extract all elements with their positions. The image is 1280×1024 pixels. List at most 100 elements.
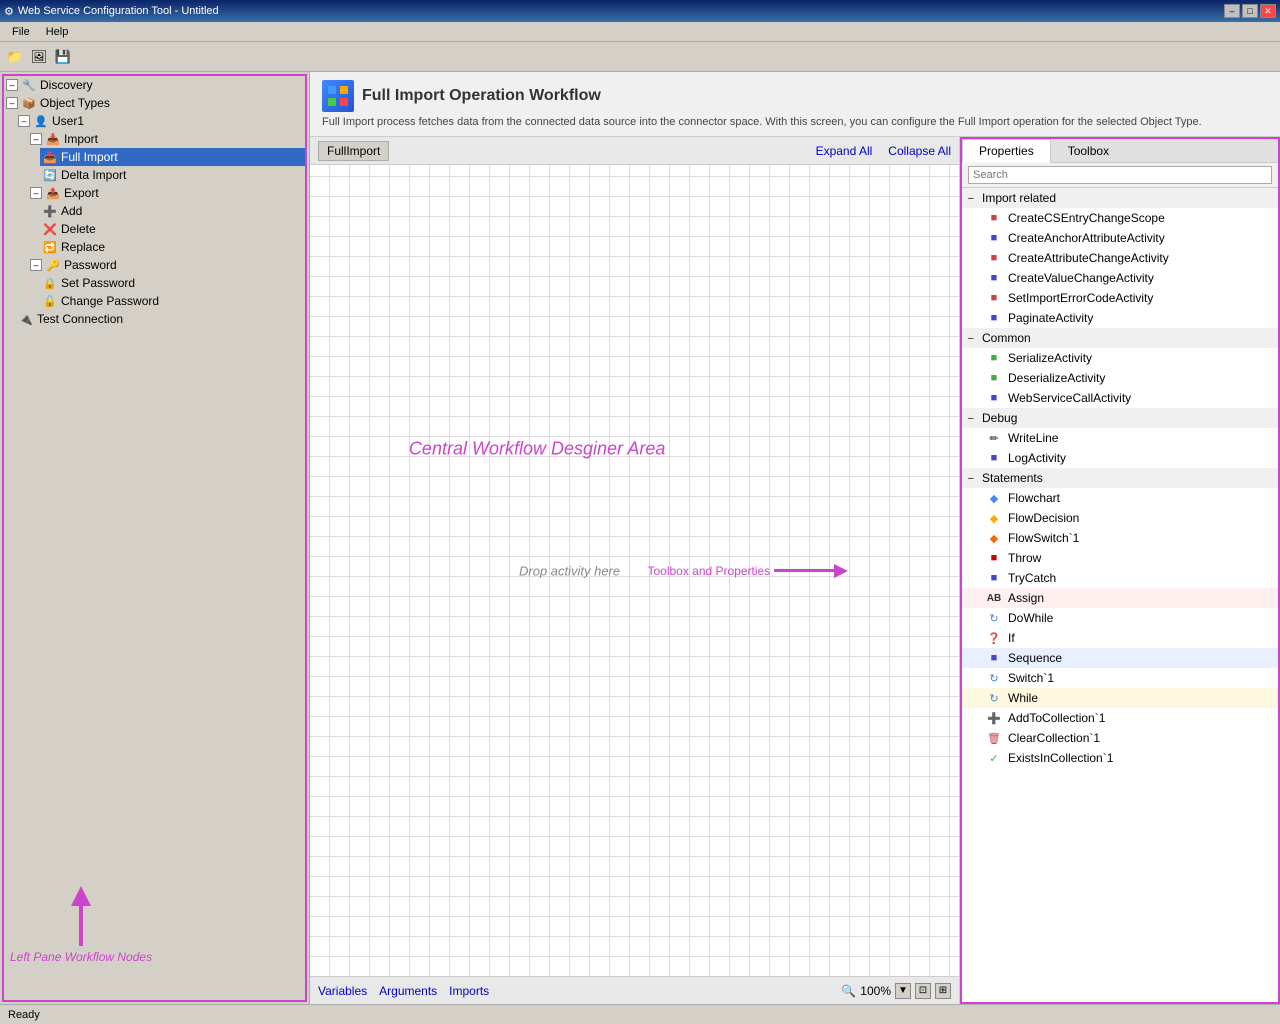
item-flowchart[interactable]: ◆ Flowchart <box>962 488 1278 508</box>
addtocollection-icon: ➕ <box>986 710 1002 726</box>
dowhile-label: DoWhile <box>1008 611 1053 625</box>
switch-icon: ↻ <box>986 670 1002 686</box>
drop-activity-text: Drop activity here <box>519 563 620 578</box>
zoom-area-button[interactable]: ⊞ <box>935 983 951 999</box>
toolbox-tab[interactable]: Toolbox <box>1051 139 1126 162</box>
tree-item-user1[interactable]: – 👤 User1 <box>16 112 305 130</box>
annotation-label: Left Pane Workflow Nodes <box>10 950 152 964</box>
imports-link[interactable]: Imports <box>449 984 489 998</box>
item-logactivity[interactable]: ■ LogActivity <box>962 448 1278 468</box>
variables-link[interactable]: Variables <box>318 984 367 998</box>
group-header-statements[interactable]: – Statements <box>962 468 1278 488</box>
full-import-icon: 📥 <box>42 149 58 165</box>
item-existsincollection[interactable]: ✓ ExistsInCollection`1 <box>962 748 1278 768</box>
item-trycatch[interactable]: ■ TryCatch <box>962 568 1278 588</box>
search-input[interactable] <box>968 166 1272 184</box>
arrow-line <box>774 569 834 572</box>
item-create-value-change[interactable]: ■ CreateValueChangeActivity <box>962 268 1278 288</box>
item-while[interactable]: ↻ While <box>962 688 1278 708</box>
item-webservice-call[interactable]: ■ WebServiceCallActivity <box>962 388 1278 408</box>
workflow-icon-svg <box>326 84 350 108</box>
change-password-label: Change Password <box>61 294 159 308</box>
tree-item-set-password[interactable]: 🔒 Set Password <box>40 274 305 292</box>
designer-canvas[interactable]: Drop activity here Central Workflow Desg… <box>310 165 959 976</box>
tree-item-import[interactable]: – 📥 Import <box>28 130 305 148</box>
panel-search <box>962 163 1278 188</box>
menu-file[interactable]: File <box>4 24 38 40</box>
restore-button[interactable]: □ <box>1242 4 1258 18</box>
fit-page-button[interactable]: ⊡ <box>915 983 931 999</box>
tree-item-add[interactable]: ➕ Add <box>40 202 305 220</box>
close-button[interactable]: ✕ <box>1260 4 1276 18</box>
item-flowdecision[interactable]: ◆ FlowDecision <box>962 508 1278 528</box>
tree-item-password[interactable]: – 🔑 Password <box>28 256 305 274</box>
tree-item-test-connection[interactable]: 🔌 Test Connection <box>16 310 305 328</box>
group-label-import-related: Import related <box>982 191 1056 205</box>
fulimport-tab[interactable]: FullImport <box>318 141 389 161</box>
while-label: While <box>1008 691 1038 705</box>
group-header-debug[interactable]: – Debug <box>962 408 1278 428</box>
toolbar-save[interactable]: 💾 <box>52 46 74 68</box>
group-toggle-common: – <box>968 333 978 344</box>
collapse-all-link[interactable]: Collapse All <box>888 144 951 158</box>
tree-toggle-export[interactable]: – <box>30 187 42 199</box>
minimize-button[interactable]: – <box>1224 4 1240 18</box>
writeline-icon: ✏ <box>986 430 1002 446</box>
tree-item-change-password[interactable]: 🔓 Change Password <box>40 292 305 310</box>
arguments-link[interactable]: Arguments <box>379 984 437 998</box>
item-set-import-error[interactable]: ■ SetImportErrorCodeActivity <box>962 288 1278 308</box>
group-header-common[interactable]: – Common <box>962 328 1278 348</box>
group-toggle-statements: – <box>968 473 978 484</box>
item-clearcollection[interactable]: 🗑 ClearCollection`1 <box>962 728 1278 748</box>
toolbar-new[interactable]: 🖼 <box>28 46 50 68</box>
item-create-anchor[interactable]: ■ CreateAnchorAttributeActivity <box>962 228 1278 248</box>
webservice-call-icon: ■ <box>986 390 1002 406</box>
center-right: Full Import Operation Workflow Full Impo… <box>310 72 1280 1004</box>
item-sequence[interactable]: ■ Sequence <box>962 648 1278 668</box>
create-anchor-icon: ■ <box>986 230 1002 246</box>
deserialize-label: DeserializeActivity <box>1008 371 1105 385</box>
tree-toggle-discovery[interactable]: – <box>6 79 18 91</box>
item-addtocollection[interactable]: ➕ AddToCollection`1 <box>962 708 1278 728</box>
item-dowhile[interactable]: ↻ DoWhile <box>962 608 1278 628</box>
properties-tab[interactable]: Properties <box>962 139 1051 163</box>
paginate-icon: ■ <box>986 310 1002 326</box>
create-cs-icon: ■ <box>986 210 1002 226</box>
menu-help[interactable]: Help <box>38 24 77 40</box>
tree-item-discovery[interactable]: – 🔧 Discovery <box>4 76 305 94</box>
item-if[interactable]: ❓ If <box>962 628 1278 648</box>
group-header-import-related[interactable]: – Import related <box>962 188 1278 208</box>
item-writeline[interactable]: ✏ WriteLine <box>962 428 1278 448</box>
item-assign[interactable]: AB Assign <box>962 588 1278 608</box>
toolbar-open[interactable]: 📁 <box>4 46 26 68</box>
if-label: If <box>1008 631 1015 645</box>
tree-item-delta-import[interactable]: 🔄 Delta Import <box>40 166 305 184</box>
tree-item-delete[interactable]: ❌ Delete <box>40 220 305 238</box>
tree-toggle-password[interactable]: – <box>30 259 42 271</box>
item-create-attr-change[interactable]: ■ CreateAttributeChangeActivity <box>962 248 1278 268</box>
workflow-title-row: Full Import Operation Workflow <box>322 80 1268 112</box>
item-flowswitch[interactable]: ◆ FlowSwitch`1 <box>962 528 1278 548</box>
item-paginate[interactable]: ■ PaginateActivity <box>962 308 1278 328</box>
tree-toggle-object-types[interactable]: – <box>6 97 18 109</box>
tree-toggle-import[interactable]: – <box>30 133 42 145</box>
object-types-icon: 📦 <box>21 95 37 111</box>
item-deserialize[interactable]: ■ DeserializeActivity <box>962 368 1278 388</box>
tree-item-object-types[interactable]: – 📦 Object Types <box>4 94 305 112</box>
expand-all-link[interactable]: Expand All <box>816 144 873 158</box>
workflow-header: Full Import Operation Workflow Full Impo… <box>310 72 1280 137</box>
item-throw[interactable]: ■ Throw <box>962 548 1278 568</box>
tree-item-full-import[interactable]: 📥 Full Import <box>40 148 305 166</box>
item-switch[interactable]: ↻ Switch`1 <box>962 668 1278 688</box>
zoom-dropdown-button[interactable]: ▼ <box>895 983 911 999</box>
import-label: Import <box>64 132 98 146</box>
item-serialize[interactable]: ■ SerializeActivity <box>962 348 1278 368</box>
replace-icon: 🔁 <box>42 239 58 255</box>
tree-item-replace[interactable]: 🔁 Replace <box>40 238 305 256</box>
flowdecision-icon: ◆ <box>986 510 1002 526</box>
trycatch-icon: ■ <box>986 570 1002 586</box>
title-bar-controls[interactable]: – □ ✕ <box>1224 4 1276 18</box>
tree-toggle-user1[interactable]: – <box>18 115 30 127</box>
tree-item-export[interactable]: – 📤 Export <box>28 184 305 202</box>
item-create-cs-entry[interactable]: ■ CreateCSEntryChangeScope <box>962 208 1278 228</box>
